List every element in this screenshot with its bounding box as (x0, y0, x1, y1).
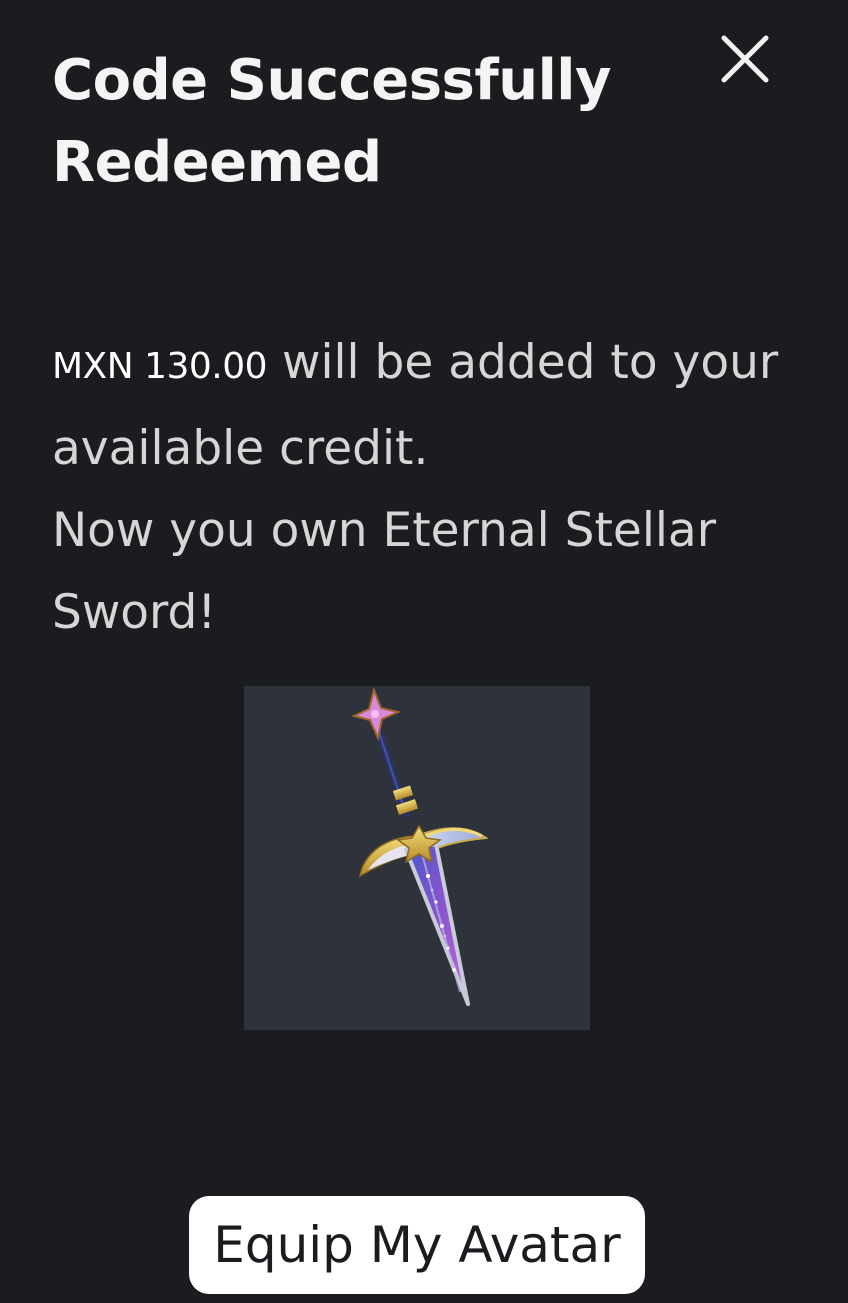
credit-amount: MXN 130.00 (52, 346, 268, 387)
close-icon (721, 35, 769, 83)
redeem-message: MXN 130.00 will be added to your availab… (52, 322, 812, 654)
equip-my-avatar-button[interactable]: Equip My Avatar (189, 1196, 645, 1294)
item-image (244, 686, 590, 1030)
sword-icon (351, 686, 489, 1006)
redeem-success-dialog: Code Successfully Redeemed MXN 130.00 wi… (0, 0, 848, 1303)
dialog-title: Code Successfully Redeemed (52, 48, 612, 195)
close-button[interactable] (716, 30, 774, 88)
ownership-text: Now you own Eternal Stellar Sword! (52, 503, 717, 640)
